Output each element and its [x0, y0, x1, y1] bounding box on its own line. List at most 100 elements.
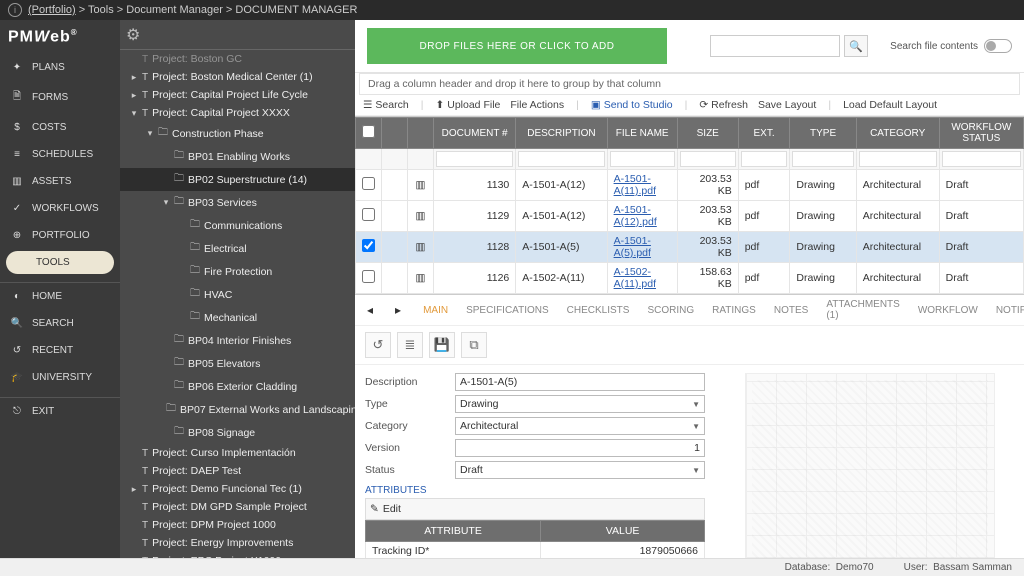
- tree-node[interactable]: 🗀Mechanical: [120, 306, 355, 329]
- tab-scoring[interactable]: SCORING: [647, 305, 694, 316]
- tree-node[interactable]: TProject: Energy Improvements: [120, 534, 355, 552]
- tree-node[interactable]: 🗀BP05 Elevators: [120, 352, 355, 375]
- filter-input[interactable]: [942, 151, 1021, 167]
- document-preview[interactable]: [715, 365, 1024, 558]
- nav-university[interactable]: 🎓UNIVERSITY: [0, 364, 120, 391]
- bc-tools[interactable]: Tools: [88, 4, 114, 16]
- col-header[interactable]: SIZE: [677, 118, 738, 149]
- tab-ratings[interactable]: RATINGS: [712, 305, 756, 316]
- tb-loadlayout[interactable]: Load Default Layout: [843, 99, 937, 111]
- table-row[interactable]: ▥1126A-1502-A(11)A-1502-A(11).pdf158.63 …: [356, 263, 1024, 294]
- tree-node[interactable]: 🗀Electrical: [120, 237, 355, 260]
- tab-attachments-1-[interactable]: ATTACHMENTS (1): [826, 299, 900, 321]
- file-link[interactable]: A-1502-A(11).pdf: [607, 263, 677, 294]
- tree-node[interactable]: ▸TProject: Demo Funcional Tec (1): [120, 480, 355, 498]
- history-icon[interactable]: ↺: [365, 332, 391, 358]
- filter-input[interactable]: [680, 151, 736, 167]
- filter-input[interactable]: [436, 151, 513, 167]
- tb-upload[interactable]: ⬆ Upload File: [435, 99, 500, 111]
- col-header[interactable]: WORKFLOW STATUS: [939, 118, 1023, 149]
- tab-nav-next-icon[interactable]: ▸: [395, 303, 401, 317]
- tb-search[interactable]: ☰ Search: [363, 99, 409, 111]
- nav-portfolio[interactable]: ⊕PORTFOLIO: [0, 222, 120, 249]
- tree-node[interactable]: 🗀Communications: [120, 214, 355, 237]
- expand-icon[interactable]: ▸: [130, 484, 138, 495]
- tree-node[interactable]: 🗀BP01 Enabling Works: [120, 145, 355, 168]
- table-row[interactable]: ▥1129A-1501-A(12)A-1501-A(12).pdf203.53 …: [356, 201, 1024, 232]
- col-header[interactable]: TYPE: [790, 118, 856, 149]
- nav-forms[interactable]: 🗎FORMS: [0, 81, 120, 114]
- tree-node[interactable]: 🗀Fire Protection: [120, 260, 355, 283]
- save-icon[interactable]: 💾: [429, 332, 455, 358]
- nav-costs[interactable]: $COSTS: [0, 114, 120, 141]
- row-checkbox[interactable]: [362, 177, 375, 190]
- tab-checklists[interactable]: CHECKLISTS: [567, 305, 630, 316]
- tab-nav-prev-icon[interactable]: ◂: [367, 303, 373, 317]
- file-link[interactable]: A-1501-A(5).pdf: [607, 232, 677, 263]
- filter-input[interactable]: [741, 151, 788, 167]
- col-header[interactable]: DOCUMENT #: [434, 118, 516, 149]
- edit-attributes-button[interactable]: ✎Edit: [365, 498, 705, 520]
- filter-input[interactable]: [518, 151, 604, 167]
- tab-specifications[interactable]: SPECIFICATIONS: [466, 305, 549, 316]
- table-row[interactable]: ▥1128A-1501-A(5)A-1501-A(5).pdf203.53 KB…: [356, 232, 1024, 263]
- search-button[interactable]: 🔍: [844, 35, 868, 57]
- nav-search[interactable]: 🔍SEARCH: [0, 310, 120, 337]
- select-all-checkbox[interactable]: [362, 125, 375, 138]
- tree-node[interactable]: TProject: DPM Project 1000: [120, 516, 355, 534]
- tab-workflow[interactable]: WORKFLOW: [918, 305, 978, 316]
- tree-node[interactable]: ▸TProject: Capital Project Life Cycle: [120, 86, 355, 104]
- nav-recent[interactable]: ↺RECENT: [0, 337, 120, 364]
- tree-node[interactable]: ▾TProject: Capital Project XXXX: [120, 104, 355, 122]
- expand-icon[interactable]: ▸: [130, 72, 138, 83]
- inp-version[interactable]: 1: [455, 439, 705, 457]
- expand-icon[interactable]: ▾: [162, 197, 170, 208]
- expand-icon[interactable]: ▸: [130, 90, 138, 101]
- tree-node[interactable]: TProject: EPC Project X1000: [120, 552, 355, 558]
- col-header[interactable]: CATEGORY: [856, 118, 939, 149]
- tree-node[interactable]: 🗀BP04 Interior Finishes: [120, 329, 355, 352]
- tree-node[interactable]: 🗀HVAC: [120, 283, 355, 306]
- filter-input[interactable]: [792, 151, 853, 167]
- col-header[interactable]: [382, 118, 408, 149]
- tree-node[interactable]: TProject: Boston GC: [120, 50, 355, 68]
- file-link[interactable]: A-1501-A(11).pdf: [607, 170, 677, 201]
- inp-status[interactable]: Draft▼: [455, 461, 705, 479]
- tb-savelayout[interactable]: Save Layout: [758, 99, 816, 111]
- project-tree[interactable]: ⚙ TProject: Boston GC▸TProject: Boston M…: [120, 20, 355, 558]
- col-header[interactable]: DESCRIPTION: [516, 118, 607, 149]
- table-row[interactable]: ▥1130A-1501-A(12)A-1501-A(11).pdf203.53 …: [356, 170, 1024, 201]
- tab-notifications[interactable]: NOTIFICATIONS: [996, 305, 1024, 316]
- chevron-down-icon[interactable]: ▼: [692, 466, 700, 475]
- inp-category[interactable]: Architectural▼: [455, 417, 705, 435]
- tb-refresh[interactable]: ⟳ Refresh: [699, 99, 748, 111]
- expand-icon[interactable]: ▾: [130, 108, 138, 119]
- tree-settings-icon[interactable]: ⚙: [120, 20, 355, 50]
- tab-main[interactable]: MAIN: [423, 305, 448, 316]
- tree-node[interactable]: 🗀BP08 Signage: [120, 421, 355, 444]
- inp-type[interactable]: Drawing▼: [455, 395, 705, 413]
- documents-table[interactable]: DOCUMENT #DESCRIPTIONFILE NAMESIZEEXT.TY…: [355, 117, 1024, 294]
- tree-node[interactable]: 🗀BP06 Exterior Cladding: [120, 375, 355, 398]
- chevron-down-icon[interactable]: ▼: [692, 400, 700, 409]
- tb-send-studio[interactable]: ▣ Send to Studio: [591, 99, 673, 111]
- row-checkbox[interactable]: [362, 239, 375, 252]
- search-contents-toggle[interactable]: [984, 39, 1012, 53]
- file-link[interactable]: A-1501-A(12).pdf: [607, 201, 677, 232]
- bc-docmgr[interactable]: Document Manager: [126, 4, 223, 16]
- nav-plans[interactable]: ✦PLANS: [0, 54, 120, 81]
- group-drop-hint[interactable]: Drag a column header and drop it here to…: [359, 73, 1020, 95]
- list-icon[interactable]: ≣: [397, 332, 423, 358]
- open-external-icon[interactable]: ⧉: [461, 332, 487, 358]
- chevron-down-icon[interactable]: ▼: [692, 422, 700, 431]
- tree-node[interactable]: 🗀BP02 Superstructure (14): [120, 168, 355, 191]
- filter-input[interactable]: [859, 151, 937, 167]
- info-icon[interactable]: i: [8, 3, 22, 17]
- tb-fileactions[interactable]: File Actions: [510, 99, 564, 111]
- nav-tools[interactable]: TOOLS: [6, 251, 114, 274]
- row-checkbox[interactable]: [362, 208, 375, 221]
- tree-node[interactable]: TProject: DM GPD Sample Project: [120, 498, 355, 516]
- nav-schedules[interactable]: ≡SCHEDULES: [0, 141, 120, 168]
- search-input[interactable]: [710, 35, 840, 57]
- row-checkbox[interactable]: [362, 270, 375, 283]
